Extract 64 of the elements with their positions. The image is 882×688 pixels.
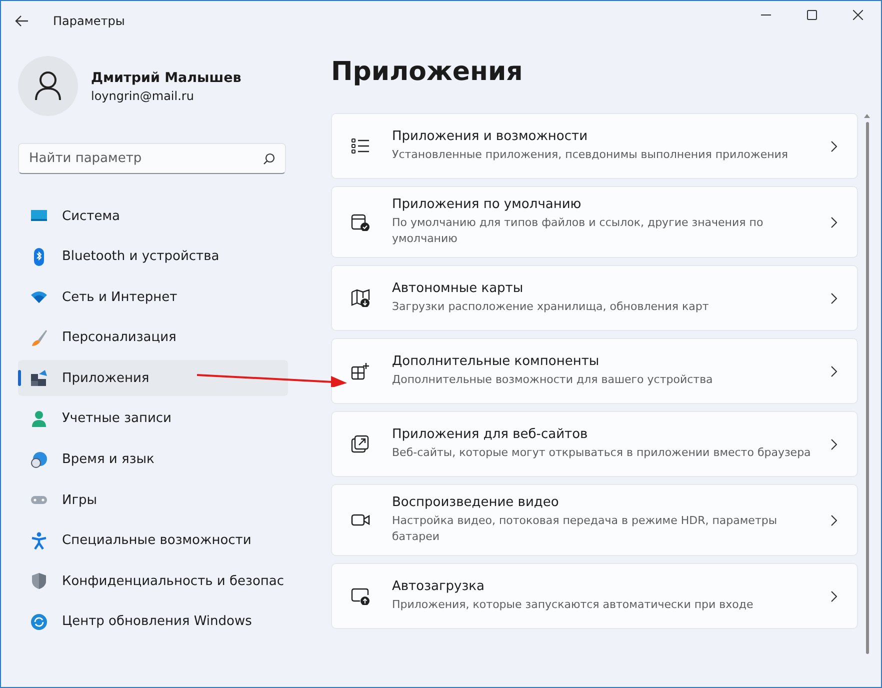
- shield-icon: [30, 572, 48, 590]
- chevron-right-icon: [831, 216, 837, 228]
- map-download-icon: [351, 289, 370, 307]
- globe-clock-icon: [30, 450, 48, 469]
- settings-card[interactable]: Приложения и возможности Установленные приложения, псевдонимы выполнения приложения: [331, 113, 858, 179]
- person-icon: [30, 410, 48, 428]
- settings-card[interactable]: Приложения для веб-сайтов Веб-сайты, которые могут открываться в приложении вместо браузера: [331, 411, 858, 477]
- chevron-right-icon: [831, 590, 837, 602]
- search-field[interactable]: Найти параметр: [18, 143, 286, 174]
- back-arrow-icon: [15, 15, 29, 27]
- grid-plus-icon: [351, 362, 370, 380]
- sidebar-item[interactable]: Центр обновления Windows: [18, 604, 288, 640]
- settings-card[interactable]: Дополнительные компоненты Дополнительные возможности для вашего устройства: [331, 338, 858, 404]
- sidebar-item[interactable]: Время и язык: [18, 442, 288, 478]
- card-title: Приложения по умолчанию: [392, 197, 582, 212]
- sidebar-item[interactable]: Приложения: [18, 360, 288, 396]
- sidebar-item[interactable]: Специальные возможности: [18, 522, 288, 559]
- apps-icon: [30, 369, 48, 388]
- card-title: Приложения и возможности: [392, 129, 589, 144]
- brush-icon: [30, 328, 48, 347]
- chevron-right-icon: [831, 366, 837, 376]
- list-icon: [351, 137, 370, 155]
- card-description: Установленные приложения, псевдонимы выполнения приложения: [392, 147, 790, 163]
- external-window-icon: [351, 435, 370, 453]
- search-icon: [263, 153, 275, 165]
- scrollbar[interactable]: [865, 114, 869, 654]
- user-name: Дмитрий Малышев: [91, 70, 242, 86]
- sidebar-item[interactable]: Сеть и Интернет: [18, 279, 288, 316]
- window-upload-icon: [351, 587, 370, 605]
- sync-icon: [30, 612, 48, 631]
- chevron-right-icon: [831, 438, 837, 450]
- window-check-icon: [351, 213, 370, 231]
- scroll-up-icon[interactable]: [864, 114, 870, 118]
- window-title: Параметры: [53, 14, 125, 28]
- card-title: Автозагрузка: [392, 579, 486, 594]
- close-icon: [853, 10, 863, 20]
- card-description: Загрузки расположение хранилища, обновления карт: [392, 299, 710, 315]
- settings-card[interactable]: Приложения по умолчанию По умолчанию для типов файлов и ссылок, другие значения по умолчанию: [331, 186, 858, 258]
- person-icon: [34, 71, 62, 101]
- card-title: Приложения для веб-сайтов: [392, 427, 589, 442]
- sidebar-item[interactable]: Bluetooth и устройства: [18, 238, 288, 275]
- card-description: Настройка видео, потоковая передача в режиме HDR, параметры батареи: [392, 513, 778, 545]
- chevron-right-icon: [831, 292, 837, 304]
- chevron-right-icon: [831, 514, 837, 526]
- sidebar-item[interactable]: Система: [18, 198, 288, 234]
- card-description: Веб-сайты, которые могут открываться в приложении вместо браузера: [392, 445, 812, 461]
- card-description: По умолчанию для типов файлов и ссылок, другие значения по умолчанию: [392, 215, 764, 247]
- card-title: Автономные карты: [392, 281, 524, 296]
- sidebar-item[interactable]: Игры: [18, 482, 288, 518]
- accessibility-icon: [30, 532, 48, 550]
- user-email: loyngrin@mail.ru: [91, 88, 195, 102]
- card-title: Воспроизведение видео: [392, 495, 560, 510]
- page-title: Приложения: [331, 56, 524, 89]
- settings-card[interactable]: Воспроизведение видео Настройка видео, потоковая передача в режиме HDR, параметры батареи: [331, 484, 858, 556]
- settings-card[interactable]: Автозагрузка Приложения, которые запускаются автоматически при входе: [331, 563, 858, 629]
- sidebar-item[interactable]: Учетные записи: [18, 400, 288, 437]
- sidebar-item[interactable]: Конфиденциальность и безопас: [18, 563, 288, 600]
- card-description: Приложения, которые запускаются автоматически при входе: [392, 597, 754, 613]
- chevron-right-icon: [831, 140, 837, 152]
- sidebar-item[interactable]: Персонализация: [18, 320, 288, 356]
- card-title: Дополнительные компоненты: [392, 354, 600, 369]
- maximize-icon: [807, 10, 817, 20]
- settings-card[interactable]: Автономные карты Загрузки расположение хранилища, обновления карт: [331, 265, 858, 331]
- card-description: Дополнительные возможности для вашего устройства: [392, 372, 714, 388]
